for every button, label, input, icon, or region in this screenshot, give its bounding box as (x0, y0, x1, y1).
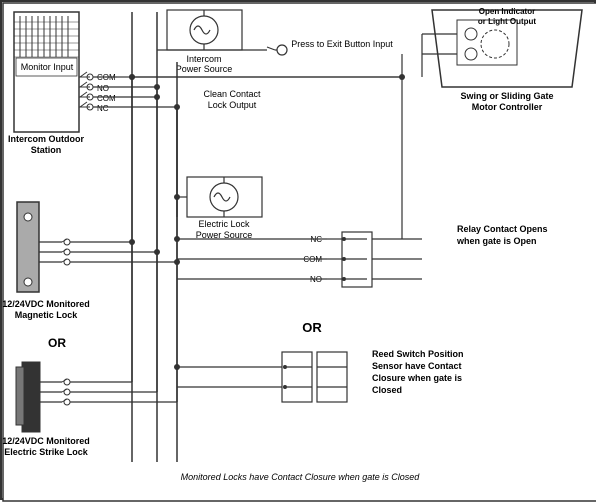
svg-text:Closure when gate is: Closure when gate is (372, 373, 462, 383)
svg-text:Lock Output: Lock Output (208, 100, 257, 110)
svg-text:Relay Contact Opens: Relay Contact Opens (457, 224, 548, 234)
svg-text:Closed: Closed (372, 385, 402, 395)
svg-text:Reed Switch Position: Reed Switch Position (372, 349, 464, 359)
svg-text:when gate is Open: when gate is Open (456, 236, 537, 246)
svg-text:Press to Exit Button Input: Press to Exit Button Input (291, 39, 393, 49)
svg-text:OR: OR (302, 320, 322, 335)
svg-text:Open Indicator: Open Indicator (479, 7, 535, 16)
svg-text:Monitored Locks have Contact C: Monitored Locks have Contact Closure whe… (181, 472, 421, 482)
svg-text:Electric Strike Lock: Electric Strike Lock (4, 447, 89, 457)
svg-text:Sensor have Contact: Sensor have Contact (372, 361, 462, 371)
svg-text:NC: NC (97, 104, 109, 113)
svg-text:Intercom: Intercom (186, 54, 221, 64)
svg-text:Clean Contact: Clean Contact (203, 89, 261, 99)
svg-text:OR: OR (48, 336, 66, 350)
svg-text:Magnetic Lock: Magnetic Lock (15, 310, 79, 320)
svg-text:Power Source: Power Source (176, 64, 233, 74)
svg-text:or Light Output: or Light Output (478, 17, 537, 26)
svg-text:Electric Lock: Electric Lock (198, 219, 250, 229)
svg-text:12/24VDC Monitored: 12/24VDC Monitored (2, 299, 90, 309)
svg-text:Motor Controller: Motor Controller (472, 102, 543, 112)
svg-text:Station: Station (31, 145, 62, 155)
svg-text:12/24VDC Monitored: 12/24VDC Monitored (2, 436, 90, 446)
svg-text:Swing or Sliding Gate: Swing or Sliding Gate (460, 91, 553, 101)
svg-text:NO: NO (97, 84, 109, 93)
svg-text:Intercom Outdoor: Intercom Outdoor (8, 134, 84, 144)
wiring-diagram: Monitor Input COM NO COM NC (0, 0, 596, 500)
svg-text:COM: COM (97, 94, 116, 103)
svg-text:Monitor Input: Monitor Input (21, 62, 74, 72)
